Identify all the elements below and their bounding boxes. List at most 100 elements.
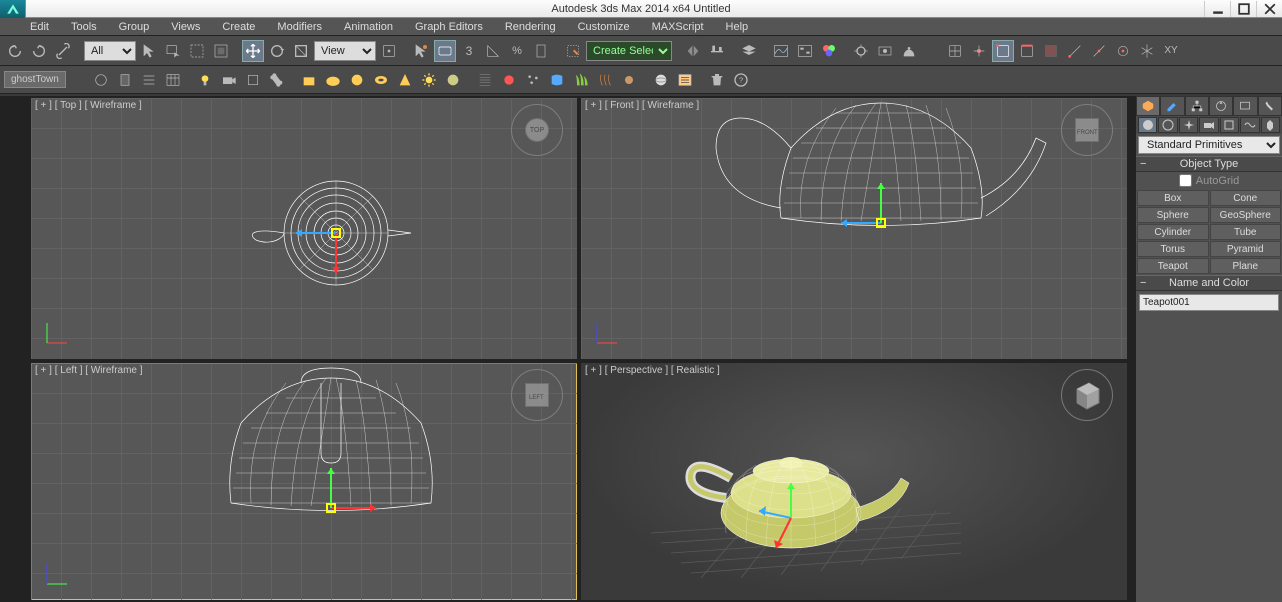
btn-pyramid[interactable]: Pyramid [1210,241,1282,257]
minimize-button[interactable] [1204,1,1230,17]
menu-maxscript[interactable]: MAXScript [642,19,714,35]
snap-face-icon[interactable] [1040,40,1062,62]
maximize-button[interactable] [1230,1,1256,17]
stats-icon[interactable] [674,69,696,91]
viewport-label-top[interactable]: [ + ] [ Top ] [ Wireframe ] [35,100,142,111]
align-icon[interactable] [706,40,728,62]
hierarchy-tab[interactable] [1185,96,1209,116]
close-button[interactable] [1256,1,1282,17]
helpers-tab[interactable] [1220,117,1239,133]
viewport-front[interactable]: [ + ] [ Front ] [ Wireframe ] FRONT [581,98,1127,359]
named-selection-dropdown[interactable]: Create Selection Se [586,41,672,61]
app-menu-icon[interactable] [0,0,26,18]
snap-endpoint-icon[interactable] [1064,40,1086,62]
primitives-category-dropdown[interactable]: Standard Primitives [1138,136,1280,154]
prim-box-icon[interactable] [298,69,320,91]
name-color-rollout[interactable]: −Name and Color [1136,275,1282,291]
snap-edge-icon[interactable] [1016,40,1038,62]
snap-xy-icon[interactable]: XY [1160,40,1182,62]
scatter-icon[interactable] [522,69,544,91]
prim-torus-icon[interactable] [370,69,392,91]
calendar-icon[interactable] [162,69,184,91]
render-frame-icon[interactable] [874,40,896,62]
btn-cone[interactable]: Cone [1210,190,1282,206]
hair-icon[interactable] [594,69,616,91]
snap-grid-icon[interactable] [944,40,966,62]
btn-cylinder[interactable]: Cylinder [1137,224,1209,240]
btn-tube[interactable]: Tube [1210,224,1282,240]
scale-icon[interactable] [290,40,312,62]
ref-coord-dropdown[interactable]: View [314,41,376,61]
list-icon[interactable] [138,69,160,91]
prim-sun-icon[interactable] [418,69,440,91]
bone-icon[interactable] [266,69,288,91]
mirror-icon[interactable] [682,40,704,62]
angle-snap-icon[interactable] [482,40,504,62]
layers-icon[interactable] [738,40,760,62]
hair2-icon[interactable] [618,69,640,91]
undo-icon[interactable] [4,40,26,62]
btn-torus[interactable]: Torus [1137,241,1209,257]
isolate-icon[interactable] [90,69,112,91]
viewport-perspective[interactable]: [ + ] [ Perspective ] [ Realistic ] [581,363,1127,600]
globe-icon[interactable] [650,69,672,91]
move-icon[interactable] [242,40,264,62]
cloth-icon[interactable] [546,69,568,91]
selection-filter-dropdown[interactable]: All [84,41,136,61]
ghosttown-button[interactable]: ghostTown [4,71,66,88]
viewport-top[interactable]: [ + ] [ Top ] [ Wireframe ] TOP [31,98,577,359]
window-crossing-icon[interactable] [210,40,232,62]
viewport-label-front[interactable]: [ + ] [ Front ] [ Wireframe ] [585,100,699,111]
render-setup-icon[interactable] [850,40,872,62]
btn-box[interactable]: Box [1137,190,1209,206]
autogrid-checkbox[interactable] [1179,174,1192,187]
display-tab[interactable] [1233,96,1257,116]
rotate-icon[interactable] [266,40,288,62]
keyboard-shortcut-icon[interactable] [434,40,456,62]
viewcube-left[interactable]: LEFT [511,369,563,421]
menu-edit[interactable]: Edit [6,19,59,35]
menu-group[interactable]: Group [109,19,160,35]
snap-pivot-icon[interactable] [968,40,990,62]
select-by-name-icon[interactable] [162,40,184,62]
snap-frozen-icon[interactable] [1136,40,1158,62]
prim-ball-icon[interactable] [346,69,368,91]
viewport-label-left[interactable]: [ + ] [ Left ] [ Wireframe ] [35,365,143,376]
camera-icon[interactable] [218,69,240,91]
select-region-icon[interactable] [186,40,208,62]
grass-icon[interactable] [570,69,592,91]
menu-customize[interactable]: Customize [568,19,640,35]
viewcube-top[interactable]: TOP [511,104,563,156]
menu-modifiers[interactable]: Modifiers [267,19,332,35]
menu-graph-editors[interactable]: Graph Editors [405,19,493,35]
trash-icon[interactable] [706,69,728,91]
snap-vertex-icon[interactable] [992,40,1014,62]
object-name-input[interactable] [1139,294,1279,311]
sel-lock-icon[interactable] [114,69,136,91]
menu-tools[interactable]: Tools [61,19,107,35]
object-type-rollout[interactable]: −Object Type [1136,156,1282,172]
render-production-icon[interactable] [898,40,920,62]
btn-geosphere[interactable]: GeoSphere [1210,207,1282,223]
btn-sphere[interactable]: Sphere [1137,207,1209,223]
snap-midpoint-icon[interactable] [1088,40,1110,62]
create-tab[interactable] [1136,96,1160,116]
viewcube-persp[interactable] [1061,369,1113,421]
edit-named-sel-icon[interactable] [562,40,584,62]
menu-animation[interactable]: Animation [334,19,403,35]
dummy-icon[interactable] [242,69,264,91]
spacewarps-tab[interactable] [1240,117,1259,133]
spinner-snap-icon[interactable] [530,40,552,62]
link-icon[interactable] [52,40,74,62]
menu-create[interactable]: Create [212,19,265,35]
shapes-tab[interactable] [1158,117,1177,133]
snap-toggle-icon[interactable]: 3 [458,40,480,62]
particle-icon[interactable] [474,69,496,91]
curve-editor-icon[interactable] [770,40,792,62]
menu-views[interactable]: Views [161,19,210,35]
systems-tab[interactable] [1261,117,1280,133]
btn-teapot[interactable]: Teapot [1137,258,1209,274]
snap-center-icon[interactable] [1112,40,1134,62]
btn-plane[interactable]: Plane [1210,258,1282,274]
select-object-icon[interactable] [138,40,160,62]
